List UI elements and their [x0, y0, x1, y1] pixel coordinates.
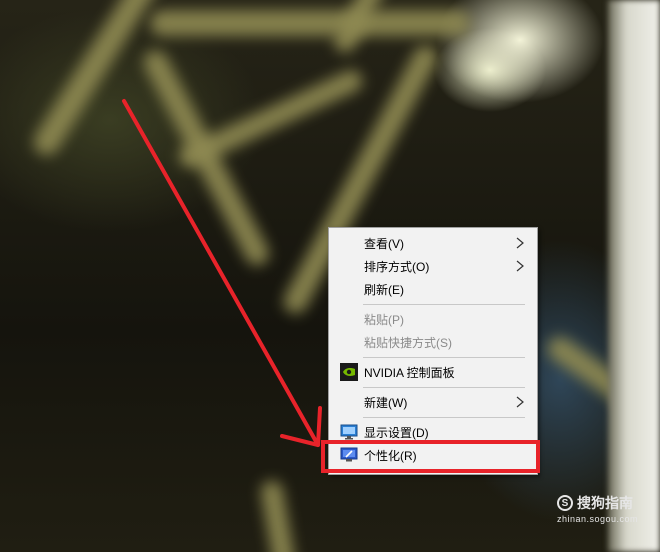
menu-item-label: 粘贴(P): [364, 312, 404, 327]
menu-separator: [363, 304, 525, 305]
menu-item-label: 新建(W): [364, 395, 408, 410]
wallpaper-window-frame: [608, 0, 660, 552]
menu-item-label: 查看(V): [364, 236, 404, 251]
menu-item-view[interactable]: 查看(V): [330, 232, 536, 254]
menu-item-label: 显示设置(D): [364, 425, 429, 440]
menu-separator: [363, 357, 525, 358]
watermark-site: zhinan.sogou.com: [556, 514, 638, 524]
chevron-right-icon: [516, 260, 524, 272]
menu-item-refresh[interactable]: 刷新(E): [330, 278, 536, 300]
chevron-right-icon: [516, 396, 524, 408]
sogou-logo-icon: S: [556, 495, 573, 511]
menu-item-sort-by[interactable]: 排序方式(O): [330, 255, 536, 277]
menu-separator: [363, 387, 525, 388]
menu-item-nvidia-control-panel[interactable]: NVIDIA 控制面板: [330, 361, 536, 383]
menu-item-label: NVIDIA 控制面板: [364, 365, 455, 380]
menu-item-label: 排序方式(O): [364, 259, 430, 274]
menu-item-label: 粘贴快捷方式(S): [364, 335, 452, 350]
menu-item-label: 刷新(E): [364, 282, 404, 297]
watermark-brand-text: 搜狗指南: [576, 495, 633, 511]
chevron-right-icon: [516, 237, 524, 249]
highlight-box: [321, 440, 540, 473]
watermark-brand: S 搜狗指南: [556, 493, 638, 513]
wallpaper-beam: [150, 10, 470, 36]
menu-item-new[interactable]: 新建(W): [330, 391, 536, 413]
display-settings-icon: [340, 424, 358, 440]
desktop-context-menu: 查看(V) 排序方式(O) 刷新(E) 粘贴(P) 粘贴快捷方式(S) NVID…: [328, 227, 538, 475]
wallpaper-beam: [259, 479, 297, 552]
wallpaper-beam: [175, 66, 366, 171]
menu-item-paste[interactable]: 粘贴(P): [330, 308, 536, 330]
menu-item-paste-shortcut[interactable]: 粘贴快捷方式(S): [330, 331, 536, 353]
sogou-watermark: S 搜狗指南 zhinan.sogou.com: [556, 493, 638, 524]
menu-separator: [363, 417, 525, 418]
nvidia-icon: [340, 363, 358, 381]
